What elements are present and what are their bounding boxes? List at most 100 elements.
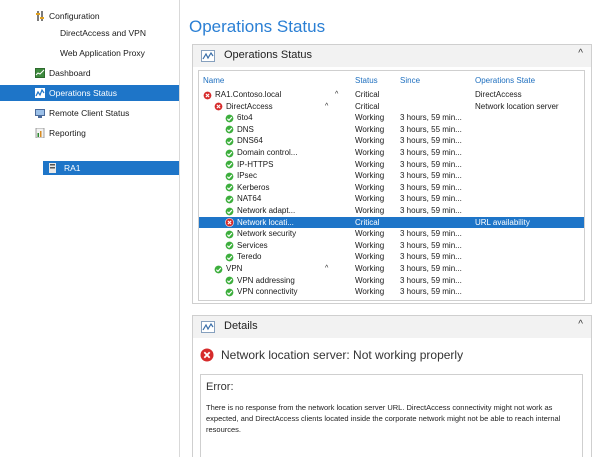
row-operations-state: Network location server (475, 101, 559, 111)
row-since: 3 hours, 59 min... (400, 159, 462, 169)
row-status: Critical (355, 217, 380, 227)
table-row[interactable]: DirectAccess ^ Critical Network location se… (199, 101, 584, 113)
table-row[interactable]: DNS64 Working 3 hours, 59 min... (199, 135, 584, 147)
details-panel-icon (201, 321, 215, 333)
table-row[interactable]: Network adapt... Working 3 hours, 59 min..… (199, 205, 584, 217)
column-header-status[interactable]: Status (355, 76, 378, 85)
table-row[interactable]: VPN connectivity Working 3 hours, 59 min..… (199, 286, 584, 298)
server-item-ra1-label: RA1 (64, 163, 81, 173)
expand-chevron-icon: ^ (335, 91, 339, 98)
row-status: Working (355, 275, 385, 285)
row-status: Working (355, 264, 385, 273)
row-name: 6to4 (237, 113, 253, 123)
row-status: Working (355, 240, 385, 250)
row-since: 3 hours, 59 min... (400, 206, 462, 215)
nav-item-operations-status[interactable]: Operations Status (0, 85, 179, 101)
row-name: Kerberos (237, 182, 270, 192)
nav-item-web-application-proxy-label: Web Application Proxy (60, 48, 145, 58)
error-status-icon (214, 102, 223, 112)
row-name: Network adapt... (237, 206, 296, 215)
ok-status-icon (214, 264, 223, 274)
ok-status-icon (225, 276, 234, 286)
row-status: Working (355, 206, 385, 215)
operations-status-grid: Name Status Since Operations State RA1.C… (198, 70, 585, 301)
error-status-icon (203, 90, 212, 100)
table-row[interactable]: Kerberos Working 3 hours, 59 min... (199, 182, 584, 194)
row-status: Working (355, 229, 385, 239)
table-row[interactable]: RA1.Contoso.local ^ Critical DirectAccess (199, 89, 584, 101)
nav-item-remote-client-status-label: Remote Client Status (49, 108, 130, 118)
row-since: 3 hours, 59 min... (400, 240, 462, 250)
table-row[interactable]: IPsec Working 3 hours, 59 min... (199, 170, 584, 182)
row-status: Working (355, 113, 385, 123)
table-row[interactable]: VPN ^ Working 3 hours, 59 min... (199, 263, 584, 275)
row-status: Critical (355, 101, 380, 111)
ok-status-icon (225, 229, 234, 239)
row-operations-state: DirectAccess (475, 90, 522, 99)
nav-item-directaccess-vpn[interactable]: DirectAccess and VPN (0, 25, 179, 41)
nav-item-remote-client-status[interactable]: Remote Client Status (0, 105, 179, 121)
row-status: Working (355, 159, 385, 169)
row-name: NAT64 (237, 194, 262, 204)
column-header-since[interactable]: Since (400, 76, 420, 85)
table-row[interactable]: IP-HTTPS Working 3 hours, 59 min... (199, 159, 584, 171)
row-since: 3 hours, 59 min... (400, 136, 462, 146)
nav-item-directaccess-vpn-label: DirectAccess and VPN (60, 28, 146, 38)
nav-item-reporting[interactable]: Reporting (0, 125, 179, 141)
nav-item-web-application-proxy[interactable]: Web Application Proxy (0, 45, 179, 61)
row-name: RA1.Contoso.local (215, 90, 282, 99)
column-header-name[interactable]: Name (203, 76, 224, 85)
table-row[interactable]: Teredo Working 3 hours, 59 min... (199, 251, 584, 263)
row-name: IP-HTTPS (237, 159, 274, 169)
column-header-operations-state[interactable]: Operations State (475, 76, 535, 85)
ok-status-icon (225, 160, 234, 170)
ok-status-icon (225, 241, 234, 251)
row-since: 3 hours, 59 min... (400, 229, 462, 239)
configuration-icon (36, 11, 44, 21)
table-row[interactable]: DNS Working 3 hours, 55 min... (199, 124, 584, 136)
operations-status-panel-header: Operations Status ^ (193, 45, 591, 67)
table-row[interactable]: Network locati... Critical URL availabilit… (199, 216, 584, 229)
row-name: Teredo (237, 252, 262, 262)
row-name: Services (237, 240, 268, 250)
error-message: There is no response from the network lo… (206, 403, 561, 434)
row-status: Working (355, 194, 385, 204)
table-row[interactable]: 6to4 Working 3 hours, 59 min... (199, 112, 584, 124)
details-panel: Details ^ Network location server: Not w… (192, 315, 592, 457)
reporting-icon (35, 128, 45, 138)
collapse-details-button[interactable]: ^ (578, 319, 583, 330)
table-row[interactable]: Services Working 3 hours, 59 min... (199, 240, 584, 252)
row-since: 3 hours, 59 min... (400, 287, 462, 297)
row-name: VPN connectivity (237, 287, 298, 297)
row-since: 3 hours, 59 min... (400, 113, 462, 123)
row-since: 3 hours, 59 min... (400, 148, 462, 157)
row-name: VPN addressing (237, 275, 295, 285)
row-name: DNS (237, 124, 254, 134)
server-item-ra1[interactable]: RA1 (43, 161, 179, 175)
row-since: 3 hours, 59 min... (400, 194, 462, 204)
row-status: Working (355, 124, 385, 134)
nav-item-dashboard[interactable]: Dashboard (0, 65, 179, 81)
collapse-panel-button[interactable]: ^ (578, 48, 583, 59)
row-name: Network locati... (237, 217, 294, 227)
nav-item-reporting-label: Reporting (49, 128, 86, 138)
error-title: Error: (206, 381, 234, 393)
operations-status-icon (35, 88, 45, 98)
row-since: 3 hours, 59 min... (400, 275, 462, 285)
table-row[interactable]: NAT64 Working 3 hours, 59 min... (199, 193, 584, 205)
error-status-icon (225, 218, 234, 228)
ok-status-icon (225, 194, 234, 204)
row-status: Working (355, 252, 385, 262)
row-since: 3 hours, 59 min... (400, 182, 462, 192)
table-row[interactable]: VPN addressing Working 3 hours, 59 min... (199, 275, 584, 287)
error-icon (200, 348, 214, 362)
table-row[interactable]: Network security Working 3 hours, 59 min..… (199, 228, 584, 240)
row-name: Network security (237, 229, 297, 239)
table-row[interactable]: Domain control... Working 3 hours, 59 min.… (199, 147, 584, 159)
nav-item-configuration[interactable]: Configuration (0, 8, 179, 24)
page-title: Operations Status (189, 17, 326, 36)
nav-item-operations-status-label: Operations Status (49, 88, 118, 98)
operations-status-panel: Operations Status ^ Name Status Since Op… (192, 44, 592, 304)
ok-status-icon (225, 148, 234, 158)
row-since: 3 hours, 59 min... (400, 264, 462, 273)
